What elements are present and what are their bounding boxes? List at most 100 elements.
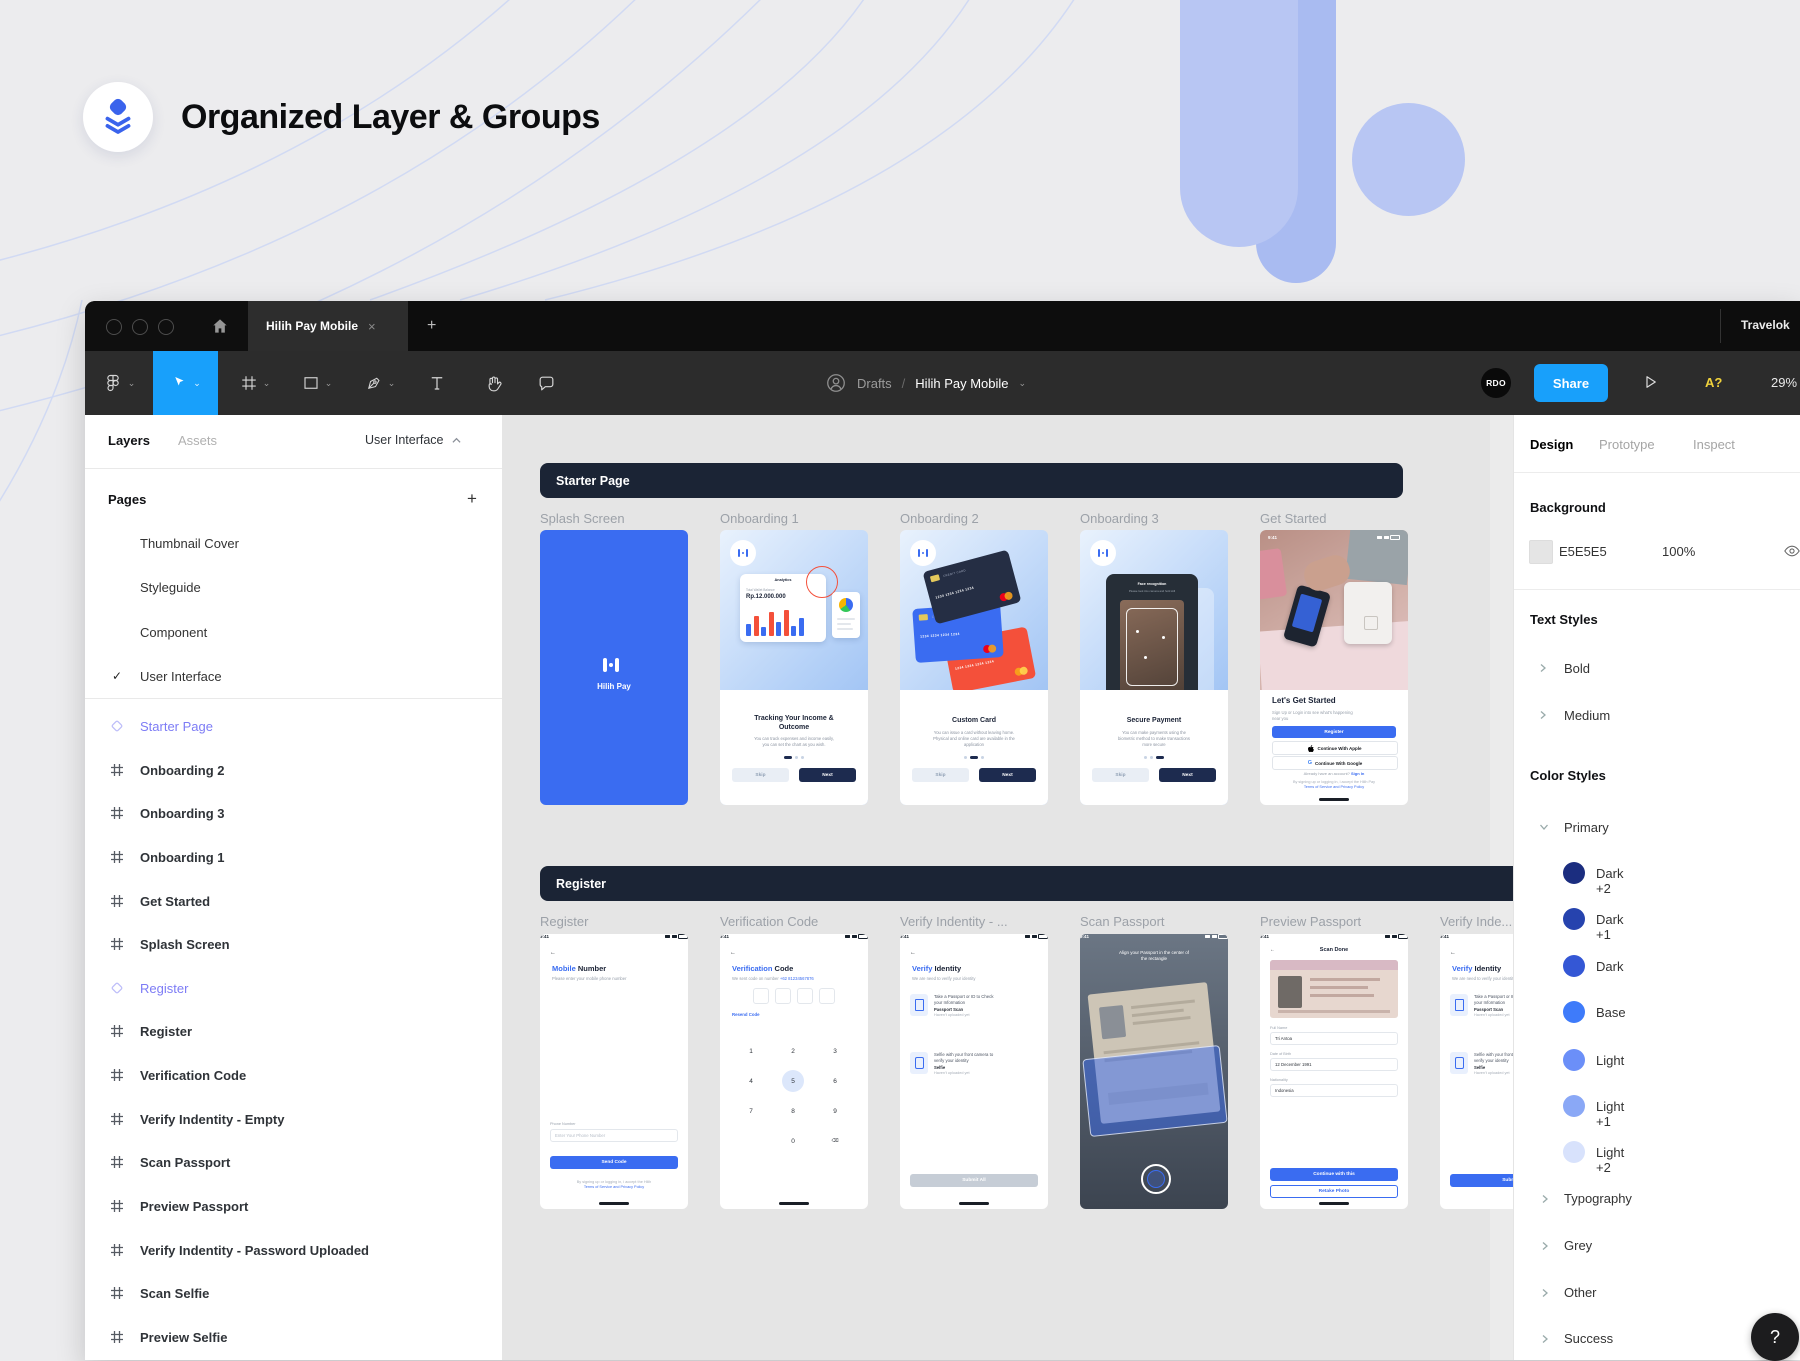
color-group-grey[interactable]: Grey bbox=[1564, 1238, 1592, 1253]
register-button[interactable]: Register bbox=[1272, 726, 1396, 738]
field-value[interactable]: Indonesia bbox=[1270, 1084, 1398, 1097]
layer-row-section[interactable]: Starter Page bbox=[85, 704, 502, 748]
verify-item-passport[interactable]: Take a Passport or ID to Checkyour Infor… bbox=[1450, 994, 1513, 1017]
layer-row-section[interactable]: Register bbox=[85, 966, 502, 1010]
field-value[interactable]: 12 December 1991 bbox=[1270, 1058, 1398, 1071]
user-avatar[interactable]: RDO bbox=[1481, 368, 1511, 398]
frame-verification-code[interactable]: 9:41 ← Verification Code We sent code on… bbox=[720, 934, 868, 1209]
back-arrow-icon[interactable]: ← bbox=[730, 950, 736, 956]
page-row[interactable]: Component bbox=[85, 610, 502, 654]
breadcrumb-file-name[interactable]: Hilih Pay Mobile bbox=[915, 376, 1008, 391]
new-tab-button[interactable]: + bbox=[427, 317, 436, 335]
verify-item-selfie[interactable]: Selfie with your front camera toverify y… bbox=[1450, 1052, 1513, 1075]
key[interactable]: 6 bbox=[814, 1066, 856, 1096]
keypad[interactable]: 1 2 3 4 5 6 7 8 9 0 ⌫ bbox=[730, 1036, 858, 1156]
layer-row-frame[interactable]: Onboarding 3 bbox=[85, 791, 502, 835]
verify-item-passport[interactable]: Take a Passport or ID to Checkyour Infor… bbox=[910, 994, 1038, 1017]
color-group-primary[interactable]: Primary bbox=[1564, 820, 1609, 835]
layer-row-frame[interactable]: Register bbox=[85, 1009, 502, 1053]
chevron-right-icon[interactable] bbox=[1541, 1334, 1549, 1344]
color-group-typography[interactable]: Typography bbox=[1564, 1191, 1632, 1206]
layer-row-frame[interactable]: Preview Selfie bbox=[85, 1315, 502, 1359]
key[interactable]: 2 bbox=[772, 1036, 814, 1066]
frame-name-label[interactable]: Onboarding 2 bbox=[900, 511, 979, 526]
resend-code-link[interactable]: Resend Code bbox=[732, 1012, 759, 1017]
file-tab-inactive[interactable]: Travelok bbox=[1741, 318, 1790, 332]
frame-name-label[interactable]: Register bbox=[540, 914, 588, 929]
section-bar-starter[interactable]: Starter Page bbox=[540, 463, 1403, 498]
text-style-medium[interactable]: Medium bbox=[1564, 708, 1610, 723]
frame-splash-screen[interactable]: Hilih Pay bbox=[540, 530, 688, 805]
canvas[interactable]: Starter Page Splash Screen Onboarding 1 … bbox=[502, 415, 1513, 1360]
layer-row-frame[interactable]: Verify Indentity - Empty bbox=[85, 1097, 502, 1141]
tab-prototype[interactable]: Prototype bbox=[1599, 437, 1655, 452]
key[interactable]: 7 bbox=[730, 1096, 772, 1126]
text-tool-button[interactable] bbox=[417, 351, 457, 415]
retake-photo-button[interactable]: Retake Photo bbox=[1270, 1185, 1398, 1198]
traffic-light-minimize[interactable] bbox=[132, 319, 148, 335]
skip-button[interactable]: Skip bbox=[912, 768, 969, 782]
layer-row-frame[interactable]: Verify Indentity - Password Uploaded bbox=[85, 1228, 502, 1272]
add-page-button[interactable]: + bbox=[467, 489, 477, 509]
comment-tool-button[interactable] bbox=[526, 351, 566, 415]
frame-name-label[interactable]: Verification Code bbox=[720, 914, 818, 929]
layer-row-frame[interactable]: Onboarding 1 bbox=[85, 835, 502, 879]
font-warning-indicator[interactable]: A? bbox=[1705, 375, 1722, 390]
signin-row[interactable]: Already have an account? Sign In bbox=[1260, 771, 1408, 776]
next-button[interactable]: Next bbox=[1159, 768, 1216, 782]
next-button[interactable]: Next bbox=[799, 768, 856, 782]
page-selector[interactable]: User Interface bbox=[365, 433, 461, 447]
color-group-other[interactable]: Other bbox=[1564, 1285, 1597, 1300]
frame-name-label[interactable]: Onboarding 3 bbox=[1080, 511, 1159, 526]
chevron-right-icon[interactable] bbox=[1541, 1194, 1549, 1204]
pen-tool-button[interactable]: ⌄ bbox=[353, 351, 407, 415]
frame-name-label[interactable]: Onboarding 1 bbox=[720, 511, 799, 526]
skip-button[interactable]: Skip bbox=[1092, 768, 1149, 782]
key[interactable]: 4 bbox=[730, 1066, 772, 1096]
color-group-success[interactable]: Success bbox=[1564, 1331, 1613, 1346]
figma-menu-button[interactable]: ⌄ bbox=[97, 351, 141, 415]
tab-assets[interactable]: Assets bbox=[178, 433, 217, 448]
frame-onboarding-1[interactable]: Analytics Total Wallet Balance Rp.12.000… bbox=[720, 530, 868, 805]
code-boxes[interactable] bbox=[720, 988, 868, 1004]
frame-register[interactable]: 9:41 ← Mobile Number Please enter your m… bbox=[540, 934, 688, 1209]
chevron-down-icon[interactable] bbox=[1539, 823, 1549, 831]
frame-verify-identity[interactable]: 9:41 ← Verify Identity We are need to ve… bbox=[900, 934, 1048, 1209]
frame-name-label[interactable]: Splash Screen bbox=[540, 511, 625, 526]
background-opacity[interactable]: 100% bbox=[1662, 544, 1695, 559]
layer-row-frame[interactable]: Preview Passport bbox=[85, 1184, 502, 1228]
text-style-bold[interactable]: Bold bbox=[1564, 661, 1590, 676]
page-row[interactable]: Styleguide bbox=[85, 565, 502, 609]
submit-all-button[interactable]: Submit All bbox=[1450, 1174, 1513, 1187]
chevron-right-icon[interactable] bbox=[1541, 1288, 1549, 1298]
background-hex[interactable]: E5E5E5 bbox=[1559, 544, 1607, 559]
frame-onboarding-2[interactable]: 1234 1234 1234 1234 CREDIT CARD 1234 123… bbox=[900, 530, 1048, 805]
breadcrumb-drafts[interactable]: Drafts bbox=[857, 376, 892, 391]
frame-verify-identity-uploaded[interactable]: 9:41 ← Verify Identity We are need to ve… bbox=[1440, 934, 1513, 1209]
zoom-level[interactable]: 29% bbox=[1771, 375, 1797, 390]
key[interactable]: 3 bbox=[814, 1036, 856, 1066]
tab-close-icon[interactable]: × bbox=[368, 319, 376, 334]
help-button[interactable]: ? bbox=[1751, 1313, 1799, 1361]
frame-tool-button[interactable]: ⌄ bbox=[228, 351, 282, 415]
hand-tool-button[interactable] bbox=[473, 351, 513, 415]
shape-tool-button[interactable]: ⌄ bbox=[290, 351, 344, 415]
home-icon[interactable] bbox=[210, 316, 230, 336]
key[interactable]: 0 bbox=[772, 1126, 814, 1156]
chevron-right-icon[interactable] bbox=[1541, 1241, 1549, 1251]
frame-name-label[interactable]: Scan Passport bbox=[1080, 914, 1165, 929]
key[interactable]: 8 bbox=[772, 1096, 814, 1126]
next-button[interactable]: Next bbox=[979, 768, 1036, 782]
tab-inspect[interactable]: Inspect bbox=[1693, 437, 1735, 452]
verify-item-selfie[interactable]: Selfie with your front camera toverify y… bbox=[910, 1052, 1038, 1075]
eye-icon[interactable] bbox=[1784, 544, 1800, 558]
frame-scan-passport[interactable]: 9:41 Align your Passport in the center o… bbox=[1080, 934, 1228, 1209]
traffic-light-close[interactable] bbox=[106, 319, 122, 335]
share-button[interactable]: Share bbox=[1534, 364, 1608, 402]
skip-button[interactable]: Skip bbox=[732, 768, 789, 782]
move-tool-button[interactable]: ⌄ bbox=[153, 351, 218, 415]
page-row[interactable]: Thumbnail Cover bbox=[85, 521, 502, 565]
phone-input[interactable]: Enter Your Phone Number bbox=[550, 1129, 678, 1142]
shutter-button[interactable] bbox=[1141, 1164, 1171, 1194]
frame-name-label[interactable]: Get Started bbox=[1260, 511, 1326, 526]
